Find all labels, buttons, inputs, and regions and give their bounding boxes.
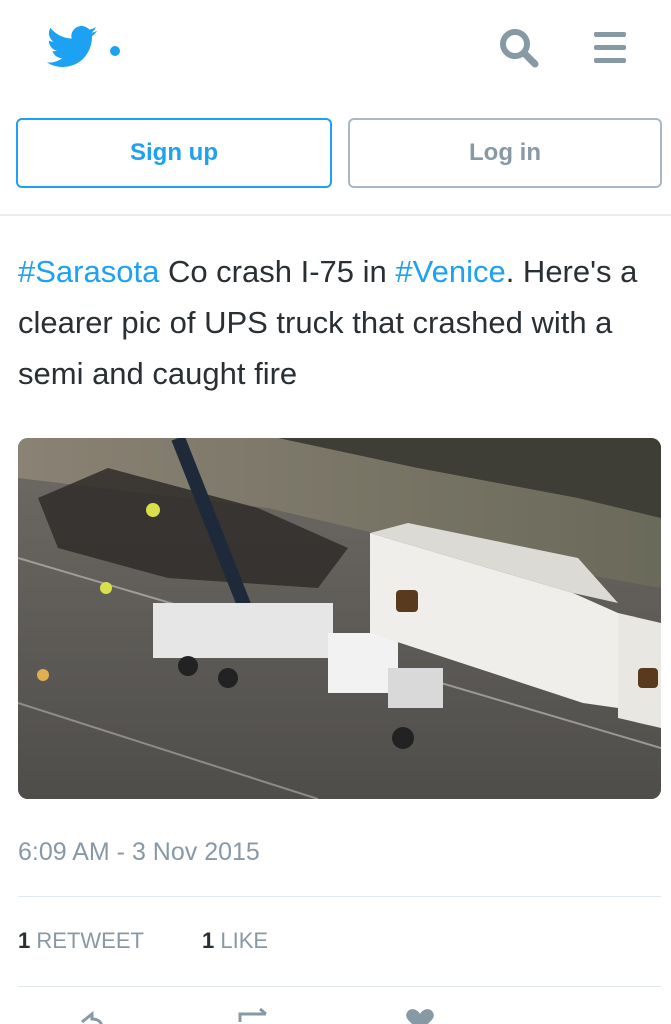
retweet-count-number: 1 (18, 928, 31, 953)
tweet-text-segment: Co crash I-75 in (159, 254, 396, 289)
tweet-actions (0, 1008, 671, 1024)
hamburger-menu-icon[interactable] (590, 28, 630, 68)
like-count-label: LIKE (220, 928, 269, 953)
twitter-bird-icon[interactable] (46, 26, 98, 68)
notification-dot (110, 46, 120, 56)
search-icon[interactable] (496, 26, 542, 70)
signup-button[interactable]: Sign up (16, 118, 332, 188)
retweet-count[interactable]: 1 RETWEET (18, 928, 144, 954)
auth-buttons: Sign up Log in (0, 118, 671, 188)
divider (18, 986, 661, 987)
retweet-count-label: RETWEET (36, 928, 144, 953)
top-bar (0, 0, 671, 96)
reply-icon[interactable] (80, 1008, 104, 1024)
retweet-icon[interactable] (236, 1008, 280, 1024)
like-count-number: 1 (202, 928, 215, 953)
like-count[interactable]: 1 LIKE (202, 928, 268, 954)
hashtag-link[interactable]: #Sarasota (18, 254, 159, 289)
tweet-timestamp[interactable]: 6:09 AM - 3 Nov 2015 (18, 838, 260, 867)
heart-icon[interactable] (402, 1008, 438, 1024)
photo-of-ups-truck-crash (18, 438, 661, 799)
login-button[interactable]: Log in (348, 118, 662, 188)
divider (0, 214, 671, 216)
tweet-photo[interactable] (18, 438, 661, 799)
hashtag-link[interactable]: #Venice (395, 254, 505, 289)
tweet-text: #Sarasota Co crash I-75 in #Venice. Here… (18, 246, 658, 399)
divider (18, 896, 661, 897)
